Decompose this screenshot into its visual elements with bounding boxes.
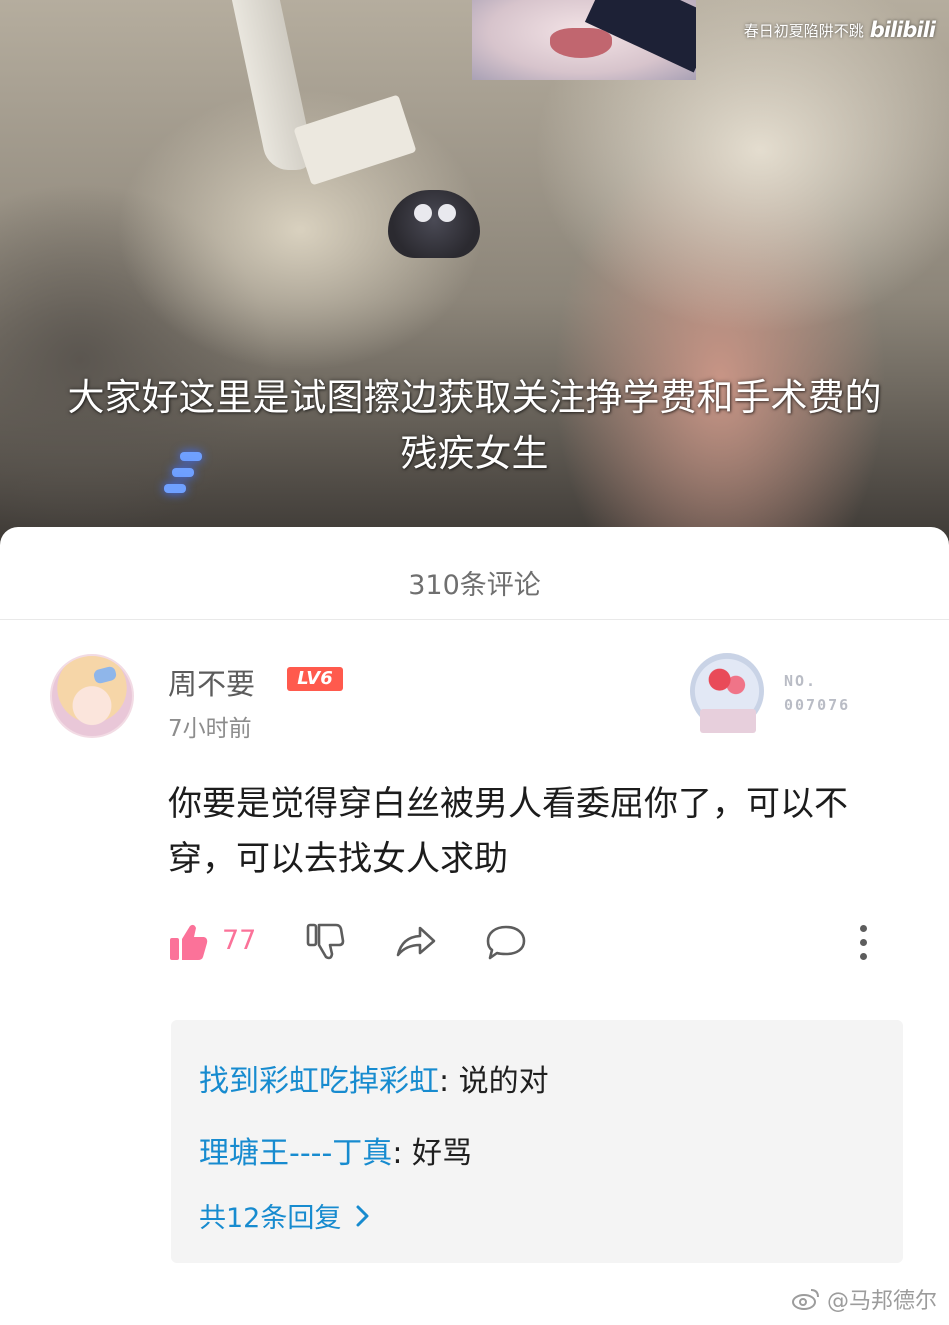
bilibili-logo: bilibili: [869, 18, 936, 42]
weibo-watermark: @马邦德尔: [791, 1283, 937, 1315]
comment-timestamp: 7小时前: [168, 716, 252, 742]
divider: [0, 619, 949, 620]
like-count: 77: [222, 925, 257, 956]
caption-line-1: 大家好这里是试图擦边获取关注挣学费和手术费的: [67, 376, 882, 419]
reply-author[interactable]: 找到彩虹吃掉彩虹: [199, 1064, 439, 1099]
reply-text: 好骂: [411, 1136, 472, 1171]
weibo-icon: [791, 1289, 819, 1310]
reply-separator: :: [439, 1064, 459, 1099]
more-vertical-icon[interactable]: [858, 923, 868, 963]
comment-bubble-icon: [486, 925, 526, 960]
dislike-button[interactable]: [304, 921, 346, 967]
background-object: [293, 94, 417, 186]
reply-separator: :: [392, 1136, 412, 1171]
reply-item[interactable]: 理塘王----丁真: 好骂: [199, 1128, 472, 1172]
video-inset: [472, 0, 696, 80]
plush-toy: [388, 190, 480, 258]
avatar-bow: [92, 665, 118, 685]
comment-count-title: 310条评论: [408, 570, 541, 601]
video-watermark: 春日初夏陷阱不跳 bilibili: [743, 18, 936, 42]
reply-item[interactable]: 找到彩虹吃掉彩虹: 说的对: [199, 1056, 549, 1100]
share-button[interactable]: [394, 921, 438, 967]
caption-line-2: 残疾女生: [400, 432, 549, 475]
reply-author[interactable]: 理塘王----丁真: [199, 1136, 392, 1171]
comment-body: 你要是觉得穿白丝被男人看委屈你了，可以不穿，可以去找女人求助: [168, 784, 848, 879]
like-button[interactable]: [168, 921, 210, 967]
replies-total-label: 共12条回复: [199, 1203, 342, 1234]
comment-username[interactable]: 周不要: [168, 661, 255, 703]
reply-text: 说的对: [458, 1064, 549, 1099]
reply-preview-box[interactable]: 找到彩虹吃掉彩虹: 说的对 理塘王----丁真: 好骂 共12条回复: [171, 1020, 903, 1263]
medal-no-label: NO.: [784, 672, 818, 690]
watermark-channel: 春日初夏陷阱不跳: [743, 21, 864, 40]
reply-button[interactable]: [484, 921, 528, 967]
fan-medal-number: NO. 007076: [784, 669, 850, 717]
comment-sheet: 310条评论 周不要 LV6 7小时前 NO. 007076 你要是觉得穿白丝被…: [0, 527, 949, 1325]
avatar[interactable]: [50, 654, 134, 738]
video-caption: 大家好这里是试图擦边获取关注挣学费和手术费的 残疾女生: [0, 370, 949, 482]
thumb-up-icon: [170, 924, 208, 960]
thumb-down-icon: [306, 923, 345, 960]
chevron-right-icon: [356, 1205, 369, 1226]
view-all-replies-link[interactable]: 共12条回复: [199, 1196, 371, 1235]
weibo-watermark-text: @马邦德尔: [826, 1289, 937, 1314]
fan-medal-base: [700, 709, 756, 733]
level-badge: LV6: [287, 667, 343, 691]
share-icon: [396, 926, 436, 957]
video-player[interactable]: 春日初夏陷阱不跳 bilibili 大家好这里是试图擦边获取关注挣学费和手术费的…: [0, 0, 949, 545]
comment-actions: 77: [168, 921, 868, 971]
medal-no-value: 007076: [784, 696, 851, 714]
